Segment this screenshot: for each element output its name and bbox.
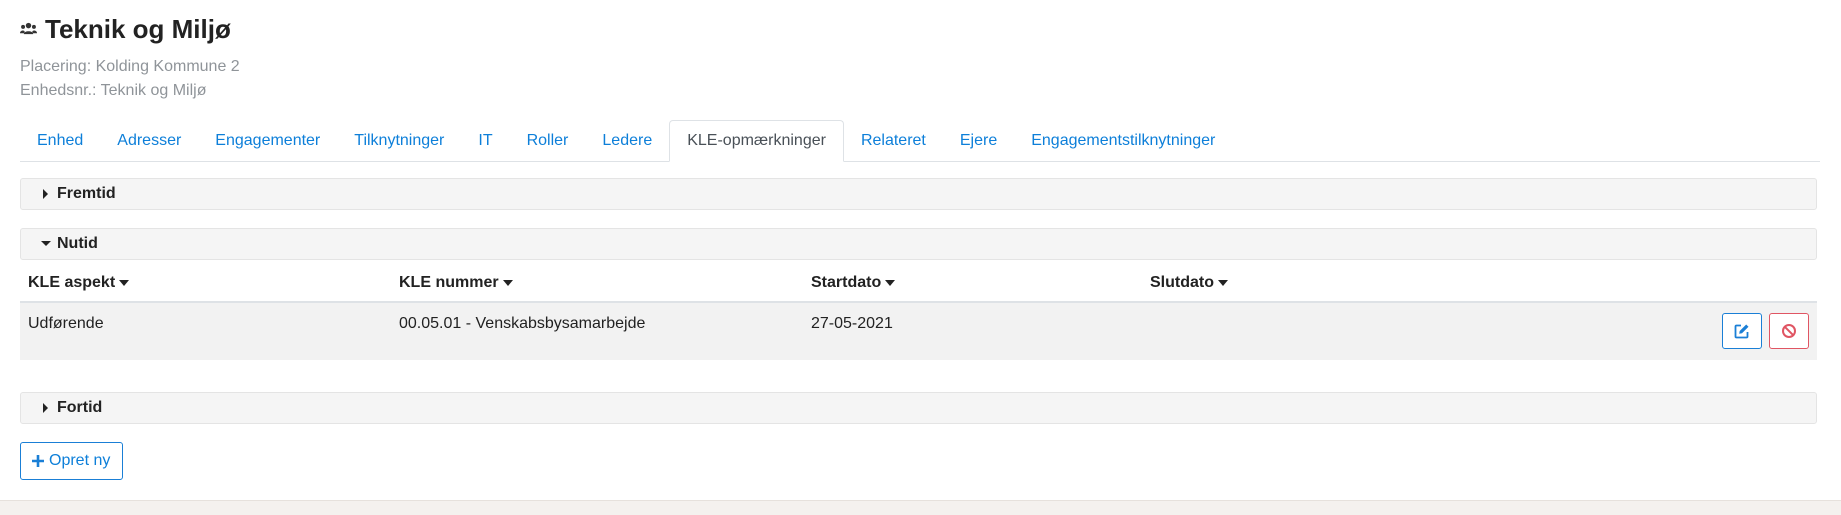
tab-ejere[interactable]: Ejere: [943, 121, 1014, 161]
sort-down-icon: [119, 280, 130, 286]
edit-icon: [1734, 324, 1749, 339]
table-row: Udførende 00.05.01 - Venskabsbysamarbejd…: [20, 303, 1817, 360]
table-header: KLE aspekt KLE nummer Startdato Slutdato: [20, 268, 1817, 303]
column-header-slutdato[interactable]: Slutdato: [1150, 274, 1228, 292]
unit-number-text: Enhedsnr.: Teknik og Miljø: [20, 82, 207, 99]
ban-icon: [1782, 324, 1796, 338]
cell-kle-aspekt: Udførende: [28, 315, 104, 332]
tab-bar: Enhed Adresser Engagementer Tilknytninge…: [20, 120, 1820, 162]
page-title: Teknik og Miljø: [45, 13, 231, 44]
tab-ledere[interactable]: Ledere: [585, 121, 669, 161]
create-new-button[interactable]: Opret ny: [20, 442, 124, 480]
tab-kle-opmaerkninger[interactable]: KLE-opmærkninger: [669, 120, 844, 162]
section-toggle-fortid[interactable]: Fortid: [20, 392, 1817, 424]
page-header: Teknik og Miljø: [20, 12, 231, 46]
section-toggle-fremtid[interactable]: Fremtid: [20, 178, 1817, 210]
cell-startdato: 27-05-2021: [811, 315, 893, 332]
sort-down-icon: [885, 280, 896, 286]
tab-enhed[interactable]: Enhed: [20, 121, 100, 161]
tab-tilknytninger[interactable]: Tilknytninger: [337, 121, 461, 161]
tab-roller[interactable]: Roller: [510, 121, 586, 161]
sort-down-icon: [502, 280, 513, 286]
caret-right-icon: [43, 403, 48, 413]
section-label: Fortid: [57, 399, 103, 416]
create-new-label: Opret ny: [49, 452, 111, 469]
users-icon: [20, 22, 37, 35]
section-toggle-nutid[interactable]: Nutid: [20, 228, 1817, 260]
tab-engagementer[interactable]: Engagementer: [198, 121, 337, 161]
section-label: Fremtid: [57, 185, 116, 202]
edit-button[interactable]: [1722, 313, 1762, 349]
column-header-kle-aspekt[interactable]: KLE aspekt: [28, 274, 130, 292]
tab-adresser[interactable]: Adresser: [100, 121, 198, 161]
tab-engagementstilknytninger[interactable]: Engagementstilknytninger: [1014, 121, 1232, 161]
caret-down-icon: [41, 241, 51, 246]
plus-icon: [32, 455, 44, 467]
unit-detail-card: Teknik og Miljø Placering: Kolding Kommu…: [0, 0, 1841, 501]
section-label: Nutid: [57, 235, 98, 252]
tab-relateret[interactable]: Relateret: [844, 121, 943, 161]
sort-down-icon: [1218, 280, 1228, 286]
cell-kle-nummer: 00.05.01 - Venskabsbysamarbejde: [399, 315, 646, 332]
caret-right-icon: [43, 189, 48, 199]
column-header-kle-nummer[interactable]: KLE nummer: [399, 274, 513, 292]
placement-text: Placering: Kolding Kommune 2: [20, 58, 240, 75]
tab-it[interactable]: IT: [461, 121, 509, 161]
delete-button[interactable]: [1769, 313, 1809, 349]
column-header-startdato[interactable]: Startdato: [811, 274, 896, 292]
